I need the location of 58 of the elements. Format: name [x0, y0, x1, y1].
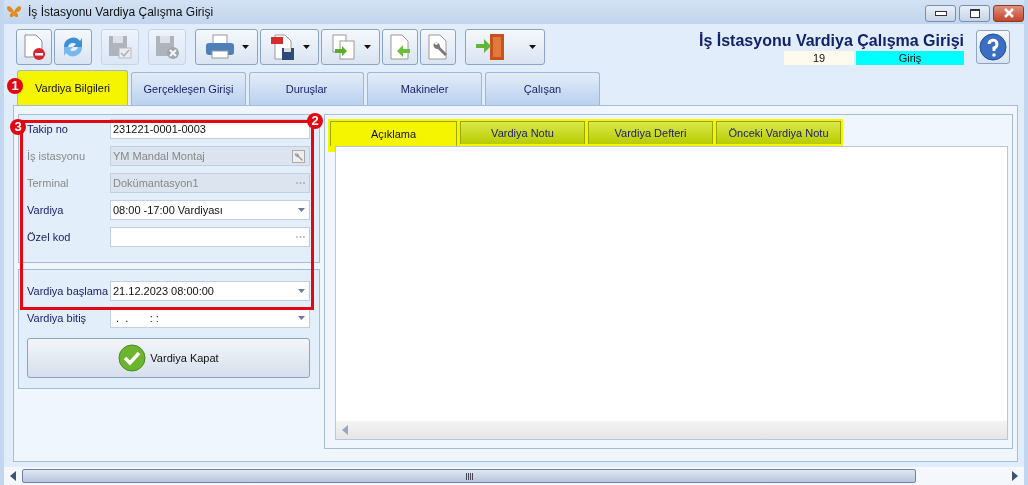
tab[interactable]: Önceki Vardiya Notu: [716, 121, 841, 144]
dropdown-arrow-icon: [298, 289, 305, 293]
toolbar-button[interactable]: [260, 29, 319, 65]
copy-document-icon: [330, 33, 358, 61]
scroll-right-icon[interactable]: [1012, 471, 1018, 481]
mode-indicator: Giriş: [856, 50, 964, 65]
caret-icon: [303, 45, 310, 49]
tab[interactable]: Çalışan: [485, 72, 600, 105]
form-title: İş İstasyonu Vardiya Çalışma Girişi: [699, 31, 964, 50]
input-field[interactable]: [110, 227, 310, 247]
document-delete-icon: [21, 33, 47, 61]
toolbar-button[interactable]: [195, 29, 258, 65]
dropdown-arrow-icon: [298, 208, 305, 212]
annotation-marker: 3: [10, 119, 26, 135]
scroll-left-icon[interactable]: [10, 471, 16, 481]
window-title: İş İstasyonu Vardiya Çalışma Girişi: [28, 5, 215, 19]
printer-icon: [204, 33, 236, 61]
field-label: Vardiya başlama: [27, 285, 110, 297]
wrench-icon: [292, 149, 305, 163]
field-label: Özel kod: [27, 231, 72, 243]
date-field[interactable]: . . : :: [110, 308, 310, 328]
field-label: Takip no: [27, 123, 69, 135]
pdf-save-icon: [269, 33, 297, 61]
butterfly-icon: [6, 5, 22, 19]
document-arrow-icon: [387, 33, 413, 61]
toolbar-button[interactable]: [420, 29, 456, 65]
caret-icon: [364, 45, 371, 49]
close-button[interactable]: [993, 4, 1024, 22]
save-cancel-icon: [153, 33, 181, 61]
caret-icon: [529, 45, 536, 49]
caret-icon: [242, 45, 249, 49]
minimize-button[interactable]: [925, 4, 956, 22]
toolbar-button[interactable]: [465, 29, 545, 65]
input-field[interactable]: 08:00 -17:00 Vardiyası: [110, 200, 310, 220]
field-label: Terminal: [27, 177, 70, 189]
tab[interactable]: Açıklama: [330, 121, 457, 146]
annotation-marker: 1: [7, 78, 23, 94]
date-field[interactable]: 21.12.2023 08:00:00: [110, 281, 310, 301]
tab[interactable]: Duruşlar: [249, 72, 364, 105]
scrollbar-thumb[interactable]: [22, 469, 916, 483]
close-icon: [1002, 8, 1015, 18]
tab[interactable]: Makineler: [367, 72, 482, 105]
toolbar-button[interactable]: [16, 29, 52, 65]
save-icon: [106, 33, 134, 61]
annotation-marker: 2: [307, 113, 323, 129]
dropdown-arrow-icon: [298, 316, 305, 320]
help-button[interactable]: [976, 30, 1010, 64]
tab[interactable]: Gerçekleşen Girişi: [131, 72, 246, 105]
input-field[interactable]: 231221-0001-0003: [110, 119, 310, 139]
close-shift-button[interactable]: Vardiya Kapat: [27, 338, 310, 378]
field-label: Vardiya bitiş: [27, 312, 88, 324]
checkmark-icon: [118, 344, 147, 372]
field-label: Vardiya: [27, 204, 65, 216]
tab[interactable]: Vardiya Notu: [460, 121, 585, 144]
field-label: İş istasyonu: [27, 150, 87, 162]
tab[interactable]: Vardiya Defteri: [588, 121, 713, 144]
maximize-button[interactable]: [959, 4, 990, 22]
record-number: 19: [784, 50, 854, 65]
